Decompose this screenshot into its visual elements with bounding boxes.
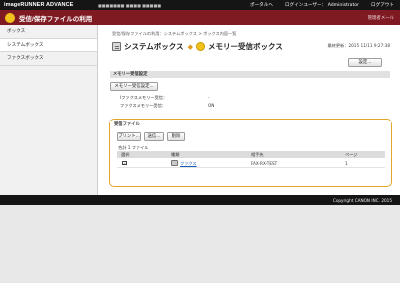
settings-button[interactable]: 設定... (348, 58, 382, 67)
received-files-title: 受信ファイル (110, 121, 391, 129)
file-pages: 1 (345, 161, 348, 166)
sidebar-item-box[interactable]: ボックス (0, 25, 97, 39)
heading-system-box: システムボックス (124, 42, 184, 51)
brand-name: imageRUNNER ADVANCE (4, 1, 74, 8)
portal-link[interactable]: ポータルへ (250, 2, 273, 8)
memory-settings-title: メモリー受信設定 (110, 71, 390, 78)
top-nav: ポータルへ ログインユーザー： Administrator ログアウト (250, 2, 394, 8)
heading-separator: ◆ (187, 42, 193, 51)
footer: Copyright CANON INC. 2015 (0, 195, 400, 205)
row-select-checkbox[interactable]: ✓ (122, 160, 127, 165)
send-button[interactable]: 送信... (144, 132, 164, 141)
copyright: Copyright CANON INC. 2015 (332, 197, 392, 203)
top-bar: imageRUNNER ADVANCE ■■■■■■■ ■■■■ ■■■■■ ポ… (0, 0, 400, 10)
sidebar-item-fax-box[interactable]: ファクスボックス (0, 52, 97, 66)
last-updated: 最終更新：2015 11/11 9:27:38 (327, 43, 390, 48)
box-app-icon (5, 12, 15, 23)
memory-settings-section: メモリー受信設定 (110, 71, 390, 78)
file-destination: FAX-RX-TEST (251, 161, 278, 166)
ifax-memory-label: Iファクスメモリー受信： (120, 95, 168, 100)
memory-settings-button[interactable]: メモリー受信設定... (110, 82, 158, 91)
device-name: ■■■■■■■ ■■■■ ■■■■■ (98, 2, 162, 8)
page-title: 受信/保存ファイルの利用 (19, 16, 93, 24)
login-user-caption: ログインユーザー： (284, 3, 327, 9)
delete-button[interactable]: 削除 (167, 132, 185, 141)
ifax-memory-value: - (208, 95, 210, 100)
page-title-bar: 受信/保存ファイルの利用 管理者メール (0, 10, 400, 25)
sidebar: ボックス システムボックス ファクスボックス (0, 25, 98, 195)
logout-link[interactable]: ログアウト (371, 2, 394, 8)
heading-memory-box: メモリー受信ボックス (207, 42, 283, 51)
memory-box-icon (195, 42, 205, 51)
main-content: 受信/保存ファイルの利用：システムボックス > ボックス内容一覧 システムボック… (98, 25, 400, 195)
fax-memory-label: ファクスメモリー受信： (120, 103, 166, 108)
file-type-link[interactable]: ファクス (180, 161, 197, 167)
admin-mail-link[interactable]: 管理者メール (368, 15, 394, 21)
login-user-label: ログインユーザー： Administrator (285, 2, 359, 8)
table-header: 選択 種類 相手先 ページ (117, 151, 385, 158)
page-heading: システムボックス ◆ メモリー受信ボックス (112, 41, 283, 52)
received-files-table: 選択 種類 相手先 ページ ✓ ファクス FAX-RX-TEST 1 (117, 151, 385, 168)
table-row: ✓ ファクス FAX-RX-TEST 1 (117, 158, 385, 168)
breadcrumb[interactable]: 受信/保存ファイルの利用：システムボックス > ボックス内容一覧 (112, 31, 236, 37)
print-button[interactable]: プリント... (117, 132, 141, 141)
sidebar-item-system-box[interactable]: システムボックス (0, 38, 97, 52)
received-files-panel: 受信ファイル プリント... 送信... 削除 合計 1 ファイル 選択 種類 … (109, 119, 392, 187)
login-user-name: Administrator (327, 3, 360, 9)
system-box-icon (112, 42, 121, 51)
fax-memory-value: ON (208, 103, 215, 108)
fax-icon (171, 159, 178, 166)
